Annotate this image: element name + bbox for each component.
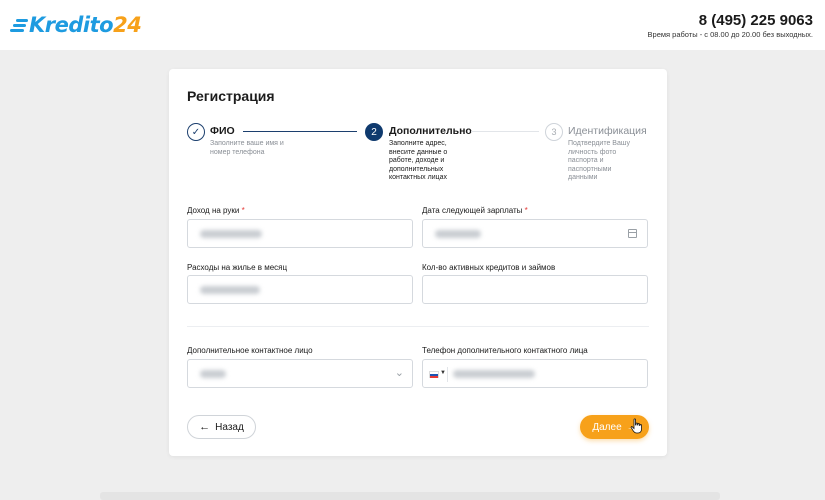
housing-label: Расходы на жилье в месяц	[187, 263, 288, 272]
income-label: Доход на руки *	[187, 206, 245, 215]
divider	[187, 326, 649, 327]
step-fio-desc: Заполните ваше имя и номер телефона	[210, 140, 284, 156]
calendar-icon[interactable]	[628, 229, 637, 238]
step-connector	[471, 131, 539, 132]
contact-label: Дополнительное контактное лицо	[187, 346, 313, 355]
step-additional-desc: Заполните адрес, внесите данные о работе…	[389, 140, 448, 181]
housing-value-blurred	[200, 286, 260, 294]
registration-card: Регистрация ✓ ФИО Заполните ваше имя и н…	[169, 69, 667, 456]
logo-speed-lines-icon	[10, 17, 28, 33]
income-value-blurred	[200, 230, 262, 238]
contact-phone-label: Телефон дополнительного контактного лица	[422, 346, 588, 355]
contact-phone-value-blurred	[453, 370, 535, 378]
salary-date-input[interactable]	[422, 219, 648, 248]
income-input[interactable]	[187, 219, 413, 248]
working-hours: Время работы - с 08.00 до 20.00 без выхо…	[647, 30, 813, 39]
step-connector	[243, 131, 357, 132]
contact-phone-input[interactable]: ▼	[422, 359, 648, 388]
housing-expense-input[interactable]	[187, 275, 413, 304]
phone-number[interactable]: 8 (495) 225 9063	[699, 12, 813, 29]
step-fio-title: ФИО	[210, 125, 235, 137]
contact-person-select[interactable]: ⌄	[187, 359, 413, 388]
arrow-left-icon: ←	[199, 421, 211, 433]
russia-flag-icon[interactable]	[429, 371, 439, 378]
hand-cursor-icon	[630, 418, 642, 434]
loans-label: Кол-во активных кредитов и займов	[422, 263, 556, 272]
page-title: Регистрация	[187, 88, 275, 104]
salary-date-label: Дата следующей зарплаты *	[422, 206, 528, 215]
separator	[447, 367, 448, 382]
logo[interactable]: Kredito24	[10, 12, 142, 38]
next-button-label: Далее	[592, 421, 622, 433]
footer-edge	[100, 492, 720, 500]
step-additional-title: Дополнительно	[389, 125, 472, 137]
step-identification-desc: Подтвердите Вашу личность фото паспорта …	[568, 140, 630, 181]
contact-value-blurred	[200, 370, 226, 378]
caret-down-icon[interactable]: ▼	[440, 370, 446, 376]
logo-text: Kredito24	[29, 13, 142, 37]
active-loans-input[interactable]	[422, 275, 648, 304]
step-identification-number: 3	[545, 123, 563, 141]
back-button-label: Назад	[215, 421, 244, 433]
step-identification-title: Идентификация	[568, 125, 647, 137]
header: Kredito24 8 (495) 225 9063 Время работы …	[0, 0, 825, 50]
chevron-down-icon: ⌄	[394, 367, 404, 379]
back-button[interactable]: ← Назад	[187, 415, 256, 439]
step-fio-check-icon: ✓	[187, 123, 205, 141]
step-additional-number: 2	[365, 123, 383, 141]
salary-date-value-blurred	[435, 230, 481, 238]
